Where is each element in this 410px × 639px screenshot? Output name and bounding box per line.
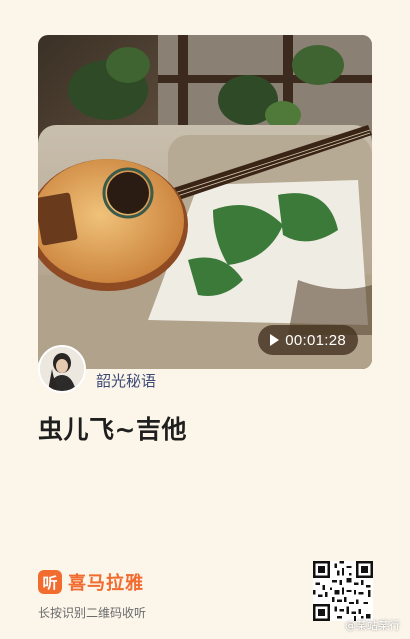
qr-code-pattern <box>313 561 373 621</box>
avatar[interactable] <box>38 345 86 393</box>
brand-name: 喜马拉雅 <box>68 573 144 594</box>
qr-code[interactable] <box>313 561 373 621</box>
cover-illustration <box>38 35 372 369</box>
avatar-image <box>40 347 84 391</box>
ximalaya-logo-icon: 听 <box>38 570 62 594</box>
track-title: 虫儿飞~吉他 <box>38 415 187 444</box>
author-name[interactable]: 韶光秘语 <box>96 370 156 391</box>
duration-text: 00:01:28 <box>285 331 346 349</box>
duration-badge[interactable]: 00:01:28 <box>258 325 358 355</box>
author-row: 韶光秘语 <box>38 345 156 393</box>
scan-hint: 长按识别二维码收听 <box>38 606 147 620</box>
play-icon[interactable] <box>270 334 280 346</box>
brand: 听 喜马拉雅 <box>38 569 144 595</box>
watermark: @某站某行 <box>345 619 400 632</box>
cover-image[interactable]: 00:01:28 <box>38 35 372 369</box>
